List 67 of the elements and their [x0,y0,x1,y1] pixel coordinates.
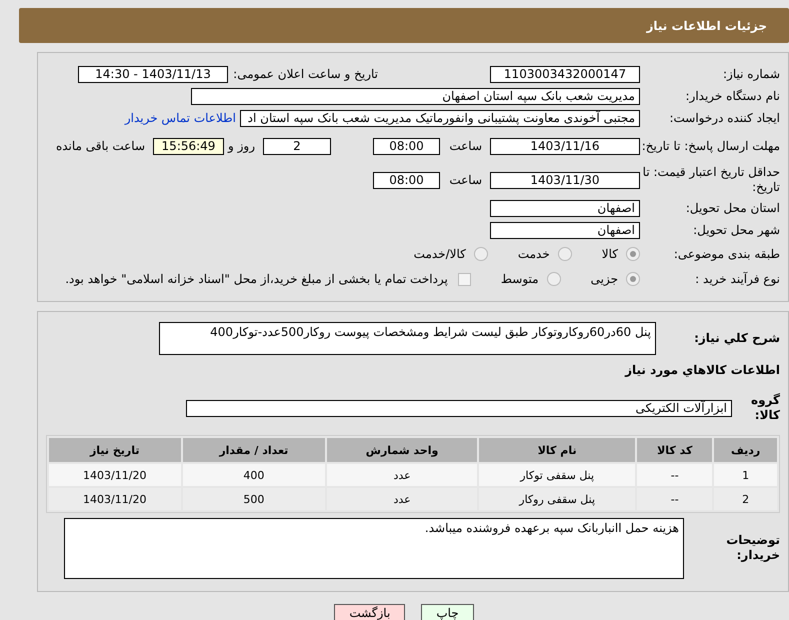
table-cell: 1403/11/20 [49,488,180,510]
table-cell: -- [637,464,712,486]
column-header: ردیف [714,438,777,462]
field-label: توضیحات خریدار: [725,533,780,563]
print-button[interactable]: چاپ [421,604,474,620]
table-cell: عدد [327,464,478,486]
field-label: شهر محل تحویل: [692,222,780,238]
field-label: طبقه بندی موضوعی: [672,246,780,262]
buyer-field: مدیریت شعب بانک سپه استان اصفهان [191,88,640,104]
radio-label: خدمت [518,247,550,261]
radio-button[interactable] [546,272,561,286]
table-cell: 1 [714,464,777,486]
remaining-label: ساعت باقی مانده [54,139,146,153]
table-cell: 400 [182,464,326,486]
back-button[interactable]: بازگشت [334,604,406,620]
field-label: استان محل تحویل: [684,200,780,216]
field-label: گروه كالا: [750,393,780,423]
column-header: تاریخ نیاز [49,438,180,462]
table-cell: عدد [327,488,478,510]
time-label: ساعت [448,139,483,153]
column-header: تعداد / مقدار [182,438,326,462]
creator-field: مجتبی آخوندی معاونت پشتیبانی وانفورماتیک مدیریت شعب بانک سپه استان اد [240,110,640,126]
table-cell: 1403/11/20 [49,464,180,486]
time-field: 08:00 [373,172,440,188]
goods-group-field: ابزارآلات الکتریکی [186,400,732,416]
announce-date-field: 1403/11/13 - 14:30 [78,66,228,82]
section-title: اطلاعات كالاهاي مورد نياز [624,363,780,377]
time-label: ساعت [448,173,483,187]
table-cell: پنل سقفی روکار [479,488,636,510]
checkbox[interactable] [458,272,471,286]
table-cell: 500 [182,488,326,510]
contact-link[interactable]: اطلاعات تماس خریدار [124,111,236,125]
need-number-field: 1103003432000147 [490,66,640,82]
table-cell: 2 [714,488,777,510]
days-field: 2 [263,138,331,154]
column-header: نام کالا [479,438,636,462]
page-header: جزئیات اطلاعات نیاز [19,8,789,43]
field-label: نوع فرآیند خرید : [694,272,780,286]
field-label: شماره نیاز: [722,66,780,82]
notes-box: هزینه حمل اانباربانک سپه برعهده فروشنده میباشد. [64,518,684,578]
field-label: شرح كلي نياز: [693,331,780,346]
column-header: کد کالا [637,438,712,462]
description-box: پنل 60در60روکاروتوکار طبق لیست شرایط ومشخصات پیوست روکار500عدد-توکار400 [159,322,656,355]
radio-button[interactable] [626,272,640,286]
province-field: اصفهان [490,200,640,216]
radio-label: جزیی [590,272,618,286]
days-label: روز و [226,139,256,153]
field-label: مهلت ارسال پاسخ: تا تاریخ: [640,138,780,154]
city-field: اصفهان [490,222,640,238]
remaining-time-field: 15:56:49 [153,138,224,154]
radio-button[interactable] [474,247,488,261]
field-label: نام دستگاه خریدار: [684,88,780,104]
radio-button[interactable] [626,247,640,261]
radio-label: کالا [602,247,618,261]
radio-label: متوسط [500,272,539,286]
table-cell: -- [637,488,712,510]
date-field: 1403/11/30 [490,172,640,188]
radio-label: کالا/خدمت [414,247,466,261]
radio-button[interactable] [558,247,572,261]
field-label: حداقل تاریخ اعتبار قیمت: تا تاریخ: [642,165,780,195]
time-field: 08:00 [373,138,440,154]
payment-label: پرداخت تمام یا بخشی از مبلغ خرید،از محل "اسناد خزانه اسلامی" خواهد بود. [64,272,449,286]
field-label: تاریخ و ساعت اعلان عمومی: [232,66,378,82]
field-label: ایجاد کننده درخواست: [668,110,780,126]
column-header: واحد شمارش [327,438,478,462]
date-field: 1403/11/16 [490,138,640,154]
table-cell: پنل سقفی توکار [479,464,636,486]
